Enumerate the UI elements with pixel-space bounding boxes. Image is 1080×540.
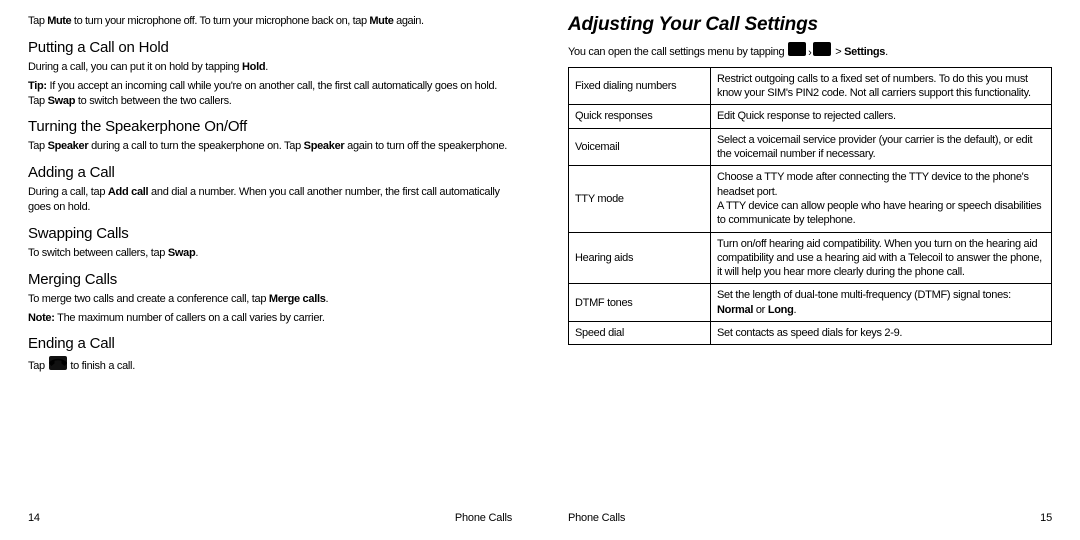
chevron-icon: ›: [808, 46, 811, 61]
table-row: VoicemailSelect a voicemail service prov…: [569, 128, 1052, 166]
section-add-call: Adding a Call During a call, tap Add cal…: [28, 164, 512, 215]
setting-name: Fixed dialing numbers: [569, 67, 711, 105]
table-row: Hearing aidsTurn on/off hearing aid comp…: [569, 232, 1052, 284]
heading-end-call: Ending a Call: [28, 335, 512, 352]
end-call-line: Tap to finish a call.: [28, 356, 512, 374]
table-row: TTY modeChoose a TTY mode after connecti…: [569, 166, 1052, 232]
section-hold: Putting a Call on Hold During a call, yo…: [28, 39, 512, 109]
setting-name: Hearing aids: [569, 232, 711, 284]
setting-description: Select a voicemail service provider (you…: [711, 128, 1052, 166]
heading-hold: Putting a Call on Hold: [28, 39, 512, 56]
page-left: Tap Mute to turn your microphone off. To…: [0, 0, 540, 540]
setting-name: Speed dial: [569, 322, 711, 345]
page-right: Adjusting Your Call Settings You can ope…: [540, 0, 1080, 540]
settings-table: Fixed dialing numbersRestrict outgoing c…: [568, 67, 1052, 345]
phone-icon: [788, 42, 806, 56]
table-row: Speed dialSet contacts as speed dials fo…: [569, 322, 1052, 345]
section-merge: Merging Calls To merge two calls and cre…: [28, 271, 512, 326]
section-name-right: Phone Calls: [568, 512, 625, 524]
setting-name: Voicemail: [569, 128, 711, 166]
heading-speaker: Turning the Speakerphone On/Off: [28, 118, 512, 135]
page-number-left: 14: [28, 512, 40, 524]
setting-description: Edit Quick response to rejected callers.: [711, 105, 1052, 128]
setting-description: Set the length of dual-tone multi-freque…: [711, 284, 1052, 322]
setting-description: Restrict outgoing calls to a fixed set o…: [711, 67, 1052, 105]
footer-left-page: 14 Phone Calls: [28, 506, 512, 524]
table-row: Fixed dialing numbersRestrict outgoing c…: [569, 67, 1052, 105]
heading-swap: Swapping Calls: [28, 225, 512, 242]
footer-right-page: Phone Calls 15: [568, 506, 1052, 524]
heading-call-settings: Adjusting Your Call Settings: [568, 14, 1052, 36]
heading-add-call: Adding a Call: [28, 164, 512, 181]
page-number-right: 15: [1040, 512, 1052, 524]
page-spread: Tap Mute to turn your microphone off. To…: [0, 0, 1080, 540]
settings-intro: You can open the call settings menu by t…: [568, 42, 1052, 61]
setting-description: Turn on/off hearing aid compatibility. W…: [711, 232, 1052, 284]
heading-merge: Merging Calls: [28, 271, 512, 288]
section-name-left: Phone Calls: [455, 512, 512, 524]
setting-description: Choose a TTY mode after connecting the T…: [711, 166, 1052, 232]
setting-name: Quick responses: [569, 105, 711, 128]
menu-dots-icon: [813, 42, 831, 56]
setting-name: TTY mode: [569, 166, 711, 232]
section-swap: Swapping Calls To switch between callers…: [28, 225, 512, 261]
table-row: DTMF tonesSet the length of dual-tone mu…: [569, 284, 1052, 322]
setting-description: Set contacts as speed dials for keys 2-9…: [711, 322, 1052, 345]
section-end-call: Ending a Call Tap to finish a call.: [28, 335, 512, 374]
mute-intro: Tap Mute to turn your microphone off. To…: [28, 14, 512, 29]
section-speaker: Turning the Speakerphone On/Off Tap Spea…: [28, 118, 512, 154]
setting-name: DTMF tones: [569, 284, 711, 322]
hangup-icon: [49, 356, 67, 370]
settings-table-body: Fixed dialing numbersRestrict outgoing c…: [569, 67, 1052, 344]
table-row: Quick responsesEdit Quick response to re…: [569, 105, 1052, 128]
